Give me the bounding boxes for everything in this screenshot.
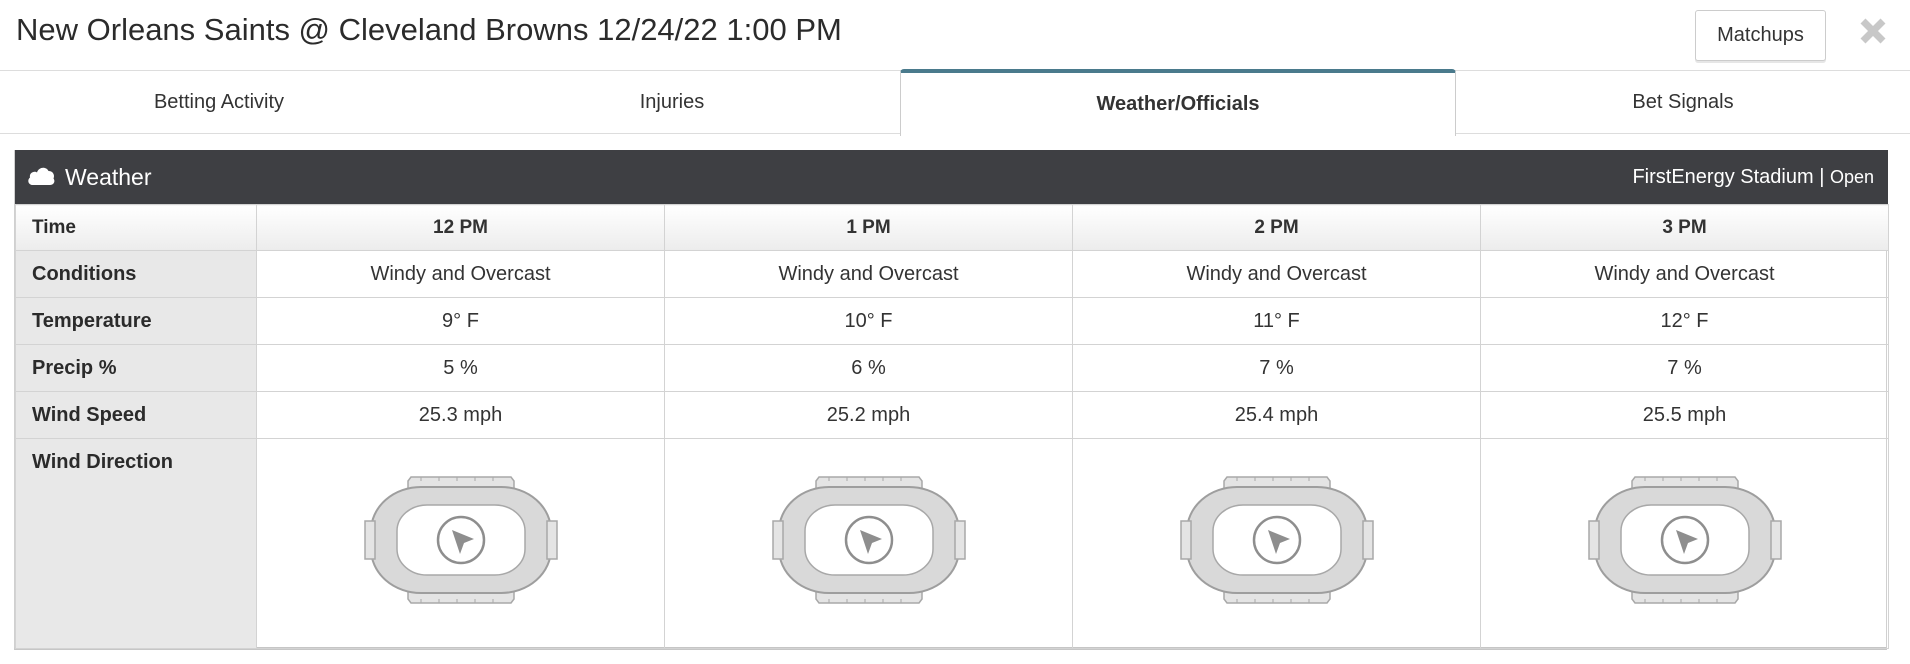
row-label-precip: Precip % — [15, 344, 257, 392]
time-cell: 3 PM — [1480, 204, 1889, 251]
weather-panel-header: Weather FirstEnergy Stadium | Open — [15, 150, 1888, 204]
conditions-cell: Windy and Overcast — [664, 250, 1073, 298]
wind-speed-cell: 25.4 mph — [1072, 391, 1481, 439]
tab-betting-activity[interactable]: Betting Activity — [0, 71, 438, 134]
stadium-wind-arrow-icon — [363, 475, 558, 605]
temperature-cell: 11° F — [1072, 297, 1481, 345]
row-label-wind-speed: Wind Speed — [15, 391, 257, 439]
stadium-wind-arrow-icon — [1587, 475, 1782, 605]
conditions-cell: Windy and Overcast — [1480, 250, 1889, 298]
wind-direction-cell — [256, 438, 665, 649]
game-title: New Orleans Saints @ Cleveland Browns 12… — [16, 12, 842, 47]
table-row-precip: Precip % 5 % 6 % 7 % 7 % — [15, 344, 1889, 392]
table-row-wind-speed: Wind Speed 25.3 mph 25.2 mph 25.4 mph 25… — [15, 391, 1889, 439]
conditions-cell: Windy and Overcast — [256, 250, 665, 298]
time-cell: 12 PM — [256, 204, 665, 251]
precip-cell: 7 % — [1480, 344, 1889, 392]
stadium-wind-arrow-icon — [771, 475, 966, 605]
separator: | — [1819, 166, 1825, 188]
tab-bar: Betting Activity Injuries Weather/Offici… — [0, 69, 1910, 136]
conditions-cell: Windy and Overcast — [1072, 250, 1481, 298]
wind-direction-cell — [1072, 438, 1481, 649]
wind-direction-cell — [1480, 438, 1889, 649]
weather-title: Weather — [65, 164, 152, 190]
stadium-info: FirstEnergy Stadium | Open — [1632, 166, 1874, 189]
temperature-cell: 10° F — [664, 297, 1073, 345]
time-cell: 2 PM — [1072, 204, 1481, 251]
table-row-wind-direction: Wind Direction — [15, 438, 1889, 649]
precip-cell: 7 % — [1072, 344, 1481, 392]
wind-direction-cell — [664, 438, 1073, 649]
tab-injuries[interactable]: Injuries — [446, 71, 898, 134]
table-row-time: Time 12 PM 1 PM 2 PM 3 PM — [15, 204, 1889, 251]
cloud-icon — [27, 165, 55, 187]
stadium-name: FirstEnergy Stadium — [1632, 166, 1814, 188]
close-icon[interactable] — [1856, 14, 1890, 48]
row-label-temperature: Temperature — [15, 297, 257, 345]
time-cell: 1 PM — [664, 204, 1073, 251]
weather-table: Time 12 PM 1 PM 2 PM 3 PM Conditions Win… — [15, 204, 1889, 649]
tab-bet-signals[interactable]: Bet Signals — [1456, 71, 1910, 134]
table-row-conditions: Conditions Windy and Overcast Windy and … — [15, 250, 1889, 298]
precip-cell: 5 % — [256, 344, 665, 392]
wind-speed-cell: 25.2 mph — [664, 391, 1073, 439]
roof-status: Open — [1829, 167, 1874, 187]
temperature-cell: 9° F — [256, 297, 665, 345]
table-row-temperature: Temperature 9° F 10° F 11° F 12° F — [15, 297, 1889, 345]
tab-weather-officials[interactable]: Weather/Officials — [900, 69, 1456, 136]
matchups-button[interactable]: Matchups — [1695, 10, 1826, 61]
row-label-wind-direction: Wind Direction — [15, 438, 257, 649]
row-label-conditions: Conditions — [15, 250, 257, 298]
stadium-wind-arrow-icon — [1179, 475, 1374, 605]
wind-speed-cell: 25.3 mph — [256, 391, 665, 439]
modal-header: New Orleans Saints @ Cleveland Browns 12… — [0, 0, 1910, 70]
temperature-cell: 12° F — [1480, 297, 1889, 345]
row-label-time: Time — [15, 204, 257, 251]
wind-speed-cell: 25.5 mph — [1480, 391, 1889, 439]
weather-panel: Weather FirstEnergy Stadium | Open Time … — [14, 150, 1889, 650]
precip-cell: 6 % — [664, 344, 1073, 392]
